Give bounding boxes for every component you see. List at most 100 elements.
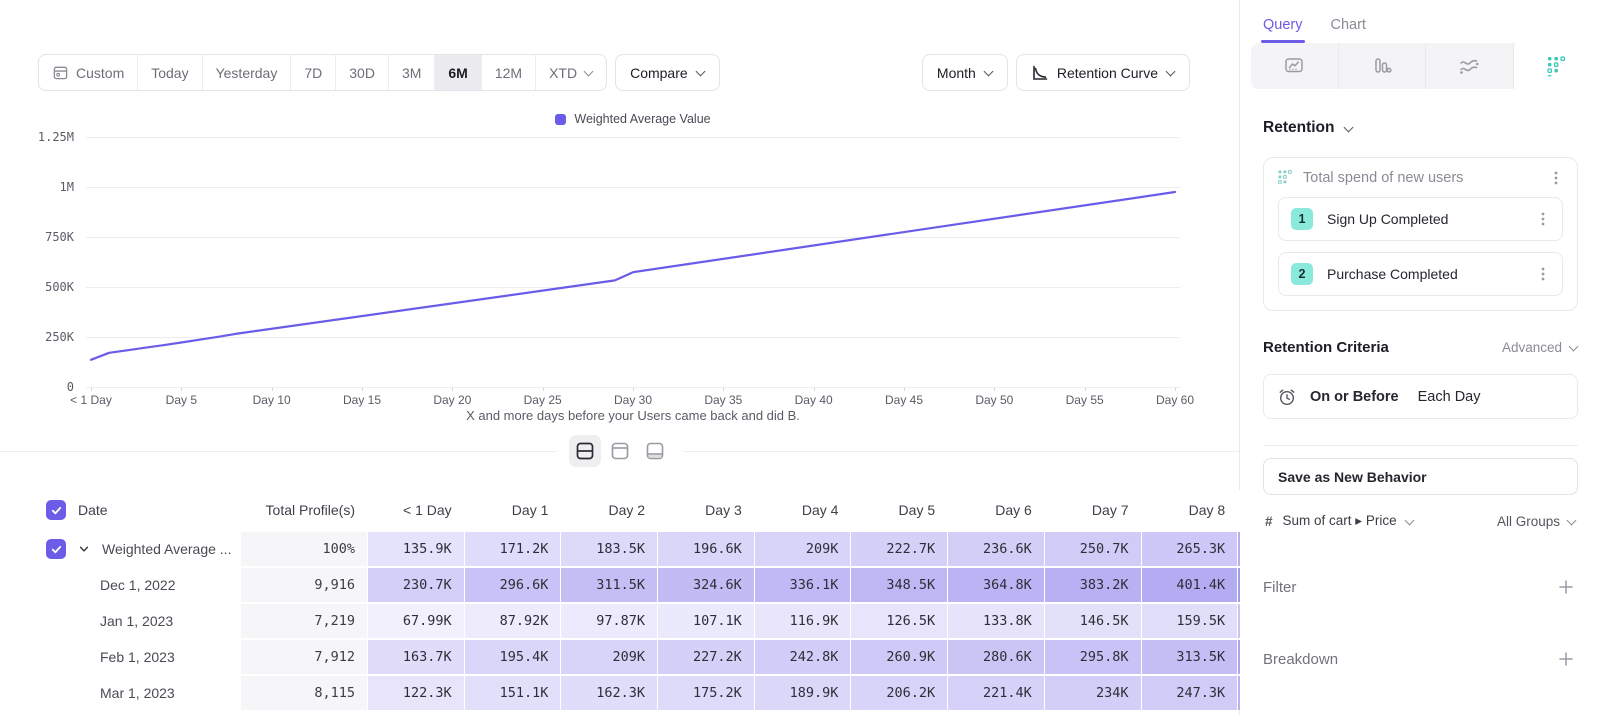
view-toggle-chart-only[interactable] bbox=[604, 435, 636, 467]
column-header-day-4[interactable]: Day 4 bbox=[755, 490, 851, 530]
range-7d[interactable]: 7D bbox=[291, 55, 336, 90]
expand-chevron-icon[interactable] bbox=[78, 543, 90, 555]
criteria-frequency-label: Each Day bbox=[1418, 389, 1481, 405]
criteria-mode-dropdown[interactable]: Advanced bbox=[1502, 340, 1578, 355]
x-axis-label: Day 60 bbox=[1156, 393, 1194, 407]
measurement-dropdown[interactable]: Sum of cart ▸ Price bbox=[1283, 513, 1414, 529]
column-header-label: Date bbox=[78, 502, 108, 518]
column-header-day-2[interactable]: Day 2 bbox=[561, 490, 657, 530]
retention-value-cell: 206.2K bbox=[851, 676, 947, 710]
total-profiles-cell: 7,912 bbox=[241, 640, 367, 674]
x-axis-tick bbox=[723, 387, 724, 391]
chart-type-label: Retention Curve bbox=[1057, 65, 1158, 81]
add-breakdown-button[interactable] bbox=[1554, 647, 1578, 671]
tab-query[interactable]: Query bbox=[1263, 6, 1303, 43]
range-yesterday[interactable]: Yesterday bbox=[203, 55, 292, 90]
retention-value-cell: 222.7K bbox=[851, 532, 947, 566]
column-header-day-1[interactable]: Day 1 bbox=[465, 490, 561, 530]
retention-value-cell: 280.6K bbox=[948, 640, 1044, 674]
retention-value-cell: 260.9K bbox=[851, 640, 947, 674]
event-label: Sign Up Completed bbox=[1327, 211, 1522, 227]
select-all-checkbox[interactable] bbox=[46, 500, 66, 520]
criteria-condition-card[interactable]: On or Before Each Day bbox=[1263, 374, 1578, 419]
x-axis-tick bbox=[994, 387, 995, 391]
column-header-date[interactable]: Date bbox=[0, 490, 240, 530]
date-header-content: Date bbox=[0, 500, 108, 520]
retention-value-cell: 364.8K bbox=[948, 568, 1044, 602]
row-checkbox[interactable] bbox=[46, 539, 66, 559]
panel-divider bbox=[1263, 445, 1578, 446]
kebab-menu-icon[interactable] bbox=[1549, 170, 1563, 186]
report-type-insights[interactable] bbox=[1251, 43, 1339, 89]
column-header-day-7[interactable]: Day 7 bbox=[1045, 490, 1141, 530]
range-today[interactable]: Today bbox=[138, 55, 202, 90]
retention-value-cell: 107.1K bbox=[658, 604, 754, 638]
retention-value-cell: 311.5K bbox=[561, 568, 657, 602]
report-type-flows[interactable] bbox=[1426, 43, 1514, 89]
table-row-label-cell: Dec 1, 2022 bbox=[0, 568, 240, 602]
groups-dropdown[interactable]: All Groups bbox=[1497, 514, 1576, 529]
report-type-retention[interactable] bbox=[1514, 43, 1600, 89]
report-canvas: CustomTodayYesterday7D30D3M 6M 12MXTD Comp… bbox=[0, 0, 1240, 715]
legend-swatch bbox=[555, 114, 566, 125]
chart-legend: Weighted Average Value bbox=[86, 112, 1180, 126]
retention-value-cell-clipped bbox=[1238, 640, 1240, 674]
x-axis-tick bbox=[452, 387, 453, 391]
event-step-2[interactable]: 2 Purchase Completed bbox=[1278, 252, 1563, 296]
chart-type-dropdown[interactable]: Retention Curve bbox=[1016, 54, 1190, 91]
tab-chart[interactable]: Chart bbox=[1331, 6, 1366, 43]
x-axis-label: Day 50 bbox=[975, 393, 1013, 407]
x-axis-label: Day 55 bbox=[1066, 393, 1104, 407]
date-range-segmented-control: CustomTodayYesterday7D30D3M 6M 12MXTD bbox=[38, 54, 607, 91]
range-xtd[interactable]: XTD bbox=[536, 55, 606, 90]
table-row-label-cell: Jan 1, 2023 bbox=[0, 604, 240, 638]
column-header-total-profiles[interactable]: Total Profile(s) bbox=[241, 490, 367, 530]
event-label: Purchase Completed bbox=[1327, 266, 1522, 282]
section-header-retention[interactable]: Retention bbox=[1263, 119, 1578, 137]
total-profiles-cell: 100% bbox=[241, 532, 367, 566]
compare-button[interactable]: Compare bbox=[615, 54, 720, 91]
view-toggle-group bbox=[557, 435, 683, 467]
range-3m[interactable]: 3M bbox=[389, 55, 435, 90]
column-header-day-6[interactable]: Day 6 bbox=[948, 490, 1044, 530]
range-12m[interactable]: 12M bbox=[482, 55, 536, 90]
view-toggle-split-view[interactable] bbox=[569, 435, 601, 467]
y-axis-label: 500K bbox=[45, 280, 74, 294]
column-header-day-3[interactable]: Day 3 bbox=[658, 490, 754, 530]
kebab-menu-icon[interactable] bbox=[1536, 211, 1550, 227]
report-type-bar-chart[interactable] bbox=[1339, 43, 1427, 89]
section-title: Retention bbox=[1263, 119, 1334, 137]
x-axis-tick bbox=[181, 387, 182, 391]
column-header--1-day[interactable]: < 1 Day bbox=[368, 490, 464, 530]
column-header-day-5[interactable]: Day 5 bbox=[851, 490, 947, 530]
retention-value-cell: 133.8K bbox=[948, 604, 1044, 638]
range-30d[interactable]: 30D bbox=[336, 55, 389, 90]
compare-label: Compare bbox=[630, 65, 688, 81]
range-label: 6M bbox=[448, 65, 467, 81]
y-axis-label: 1.25M bbox=[38, 130, 74, 144]
range-6m[interactable]: 6M bbox=[435, 55, 481, 90]
step-number-badge: 1 bbox=[1291, 208, 1313, 230]
column-header-day-8[interactable]: Day 8 bbox=[1142, 490, 1238, 530]
save-as-new-behavior-button[interactable]: Save as New Behavior bbox=[1263, 458, 1578, 495]
retention-value-cell: 348.5K bbox=[851, 568, 947, 602]
chevron-down-icon bbox=[984, 68, 993, 77]
chart-controls-group: Month Retention Curve bbox=[922, 54, 1190, 91]
event-step-1[interactable]: 1 Sign Up Completed bbox=[1278, 197, 1563, 241]
view-toggle-table-only[interactable] bbox=[639, 435, 671, 467]
granularity-dropdown[interactable]: Month bbox=[922, 54, 1008, 91]
retention-value-cell: 183.5K bbox=[561, 532, 657, 566]
x-axis-label: Day 5 bbox=[166, 393, 197, 407]
filter-label: Filter bbox=[1263, 579, 1296, 596]
kebab-menu-icon[interactable] bbox=[1536, 266, 1550, 282]
retention-value-cell: 159.5K bbox=[1142, 604, 1238, 638]
x-axis-label: Day 25 bbox=[524, 393, 562, 407]
add-filter-button[interactable] bbox=[1554, 575, 1578, 599]
step-number-badge: 2 bbox=[1291, 263, 1313, 285]
retention-value-cell: 122.3K bbox=[368, 676, 464, 710]
chevron-down-icon bbox=[1166, 68, 1175, 77]
retention-curve-chart[interactable]: 1.25M1M750K500K250K0< 1 DayDay 5Day 10Da… bbox=[86, 137, 1180, 387]
retention-value-cell: 250.7K bbox=[1045, 532, 1141, 566]
retention-value-cell: 324.6K bbox=[658, 568, 754, 602]
range-custom[interactable]: Custom bbox=[39, 55, 138, 90]
